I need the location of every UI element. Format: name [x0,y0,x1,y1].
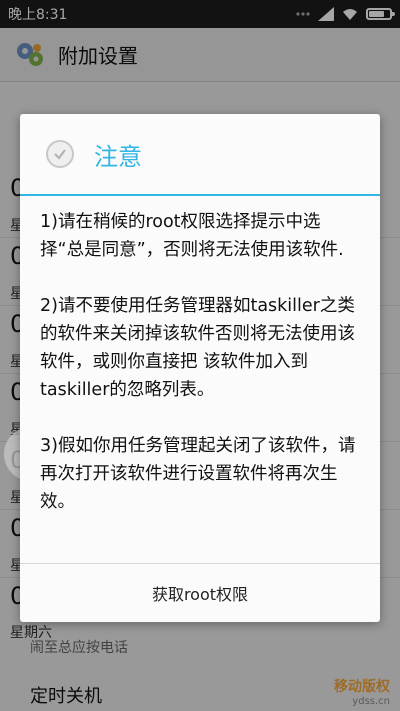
dialog-header: 注意 [20,114,380,194]
get-root-button[interactable]: 获取root权限 [20,563,380,622]
notice-dialog: 注意 1)请在稍候的root权限选择提示中选择“总是同意”，否则将无法使用该软件… [20,114,380,622]
get-root-button-label: 获取root权限 [151,585,249,604]
dialog-paragraph: 2)请不要使用任务管理器如taskiller之类的软件来关闭掉该软件否则将无法使… [40,296,355,400]
dialog-body: 1)请在稍候的root权限选择提示中选择“总是同意”，否则将无法使用该软件. 2… [20,196,380,516]
dialog-paragraph: 1)请在稍候的root权限选择提示中选择“总是同意”，否则将无法使用该软件. [40,212,344,260]
dialog-title: 注意 [94,142,142,171]
check-circle-icon [46,140,74,168]
dialog-paragraph: 3)假如你用任务管理起关闭了该软件，请再次打开该软件进行设置软件将再次生效。 [40,436,356,512]
